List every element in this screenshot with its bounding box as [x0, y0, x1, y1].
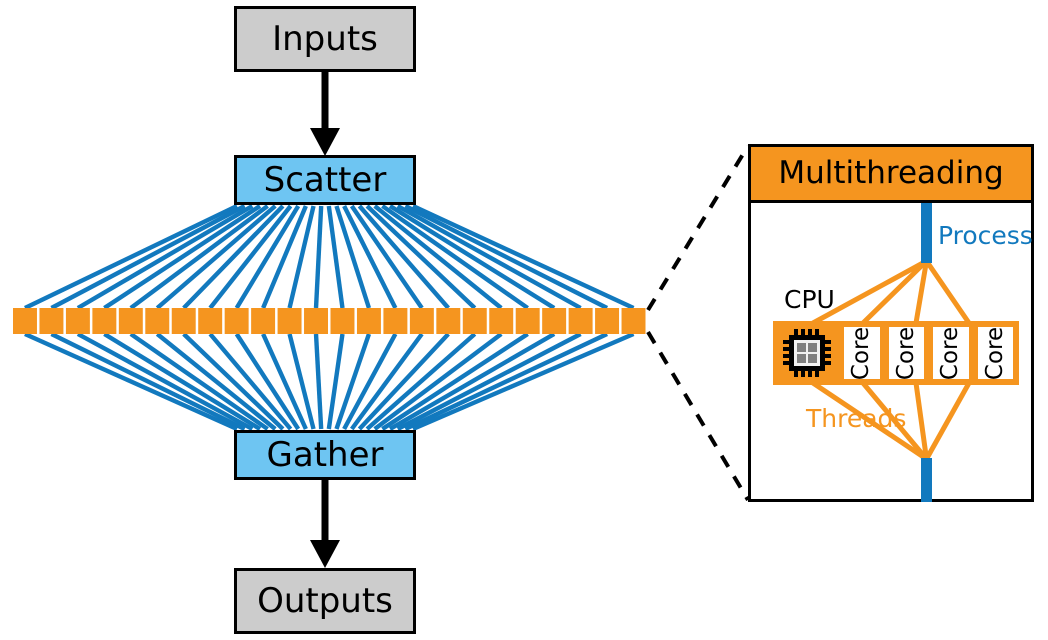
worker-square	[92, 308, 117, 334]
worker-square	[568, 308, 593, 334]
core-label: Core	[848, 326, 875, 380]
inputs-box: Inputs	[234, 6, 416, 72]
worker-square	[409, 308, 434, 334]
inputs-label: Inputs	[272, 19, 378, 59]
cpu-label: CPU	[784, 285, 835, 314]
multithreading-panel-body: Process Threads CPU Core Core Core Core	[751, 203, 1033, 502]
process-label: Process	[938, 221, 1033, 250]
cpu-chip-icon	[776, 324, 838, 382]
worker-square	[39, 308, 64, 334]
outputs-box: Outputs	[234, 568, 416, 634]
arrow-inputs-to-scatter	[310, 72, 340, 156]
gather-fan-line	[396, 332, 582, 431]
worker-square	[383, 308, 408, 334]
worker-square	[171, 308, 196, 334]
cpu-strip: Core Core Core Core	[773, 321, 1019, 385]
multithreading-panel-header: Multithreading	[751, 147, 1031, 203]
worker-square	[542, 308, 567, 334]
worker-square	[489, 308, 514, 334]
core-label: Core	[892, 326, 919, 380]
worker-square	[595, 308, 620, 334]
diagram-canvas: Inputs Scatter Gather Outputs Multithrea…	[0, 0, 1048, 640]
worker-square	[145, 308, 170, 334]
threads-join-bar	[921, 458, 932, 502]
worker-square	[65, 308, 90, 334]
worker-square	[198, 308, 223, 334]
worker-square	[13, 308, 37, 334]
gather-box: Gather	[234, 430, 416, 480]
core-cell: Core	[930, 324, 972, 382]
scatter-fan-line	[412, 204, 635, 310]
worker-square	[118, 308, 143, 334]
gather-fan-line	[313, 333, 324, 430]
worker-square	[304, 308, 328, 334]
arrow-gather-to-outputs	[310, 480, 340, 568]
outputs-label: Outputs	[257, 581, 393, 621]
threads-label: Threads	[806, 404, 907, 433]
core-cell: Core	[841, 324, 883, 382]
scatter-label: Scatter	[263, 160, 387, 200]
process-bar	[921, 203, 932, 263]
callout-dashed-lines	[646, 144, 750, 502]
multithreading-title: Multithreading	[778, 155, 1004, 191]
gather-label: Gather	[266, 435, 384, 475]
worker-square	[621, 308, 646, 334]
worker-square	[277, 308, 302, 334]
core-label: Core	[981, 326, 1008, 380]
scatter-fan-lines	[24, 204, 635, 310]
scatter-fan-line	[388, 204, 556, 310]
worker-square	[224, 308, 249, 334]
core-cell: Core	[885, 324, 927, 382]
gather-fan-lines	[24, 331, 635, 432]
gather-fan-line	[388, 332, 556, 431]
scatter-box: Scatter	[234, 155, 416, 205]
core-label: Core	[937, 326, 964, 380]
scatter-fan-line	[396, 204, 582, 310]
worker-square	[330, 308, 355, 334]
worker-square	[515, 308, 540, 334]
gather-fan-line	[76, 332, 254, 431]
worker-square	[251, 308, 276, 334]
scatter-fan-line	[313, 205, 324, 309]
worker-squares-row	[13, 308, 646, 334]
worker-square	[462, 308, 487, 334]
scatter-fan-line	[76, 204, 254, 310]
multithreading-panel: Multithreading Process Threads CPU Core …	[748, 144, 1034, 502]
core-cell: Core	[974, 324, 1016, 382]
worker-square	[356, 308, 381, 334]
worker-square	[436, 308, 461, 334]
gather-fan-line	[412, 331, 635, 432]
